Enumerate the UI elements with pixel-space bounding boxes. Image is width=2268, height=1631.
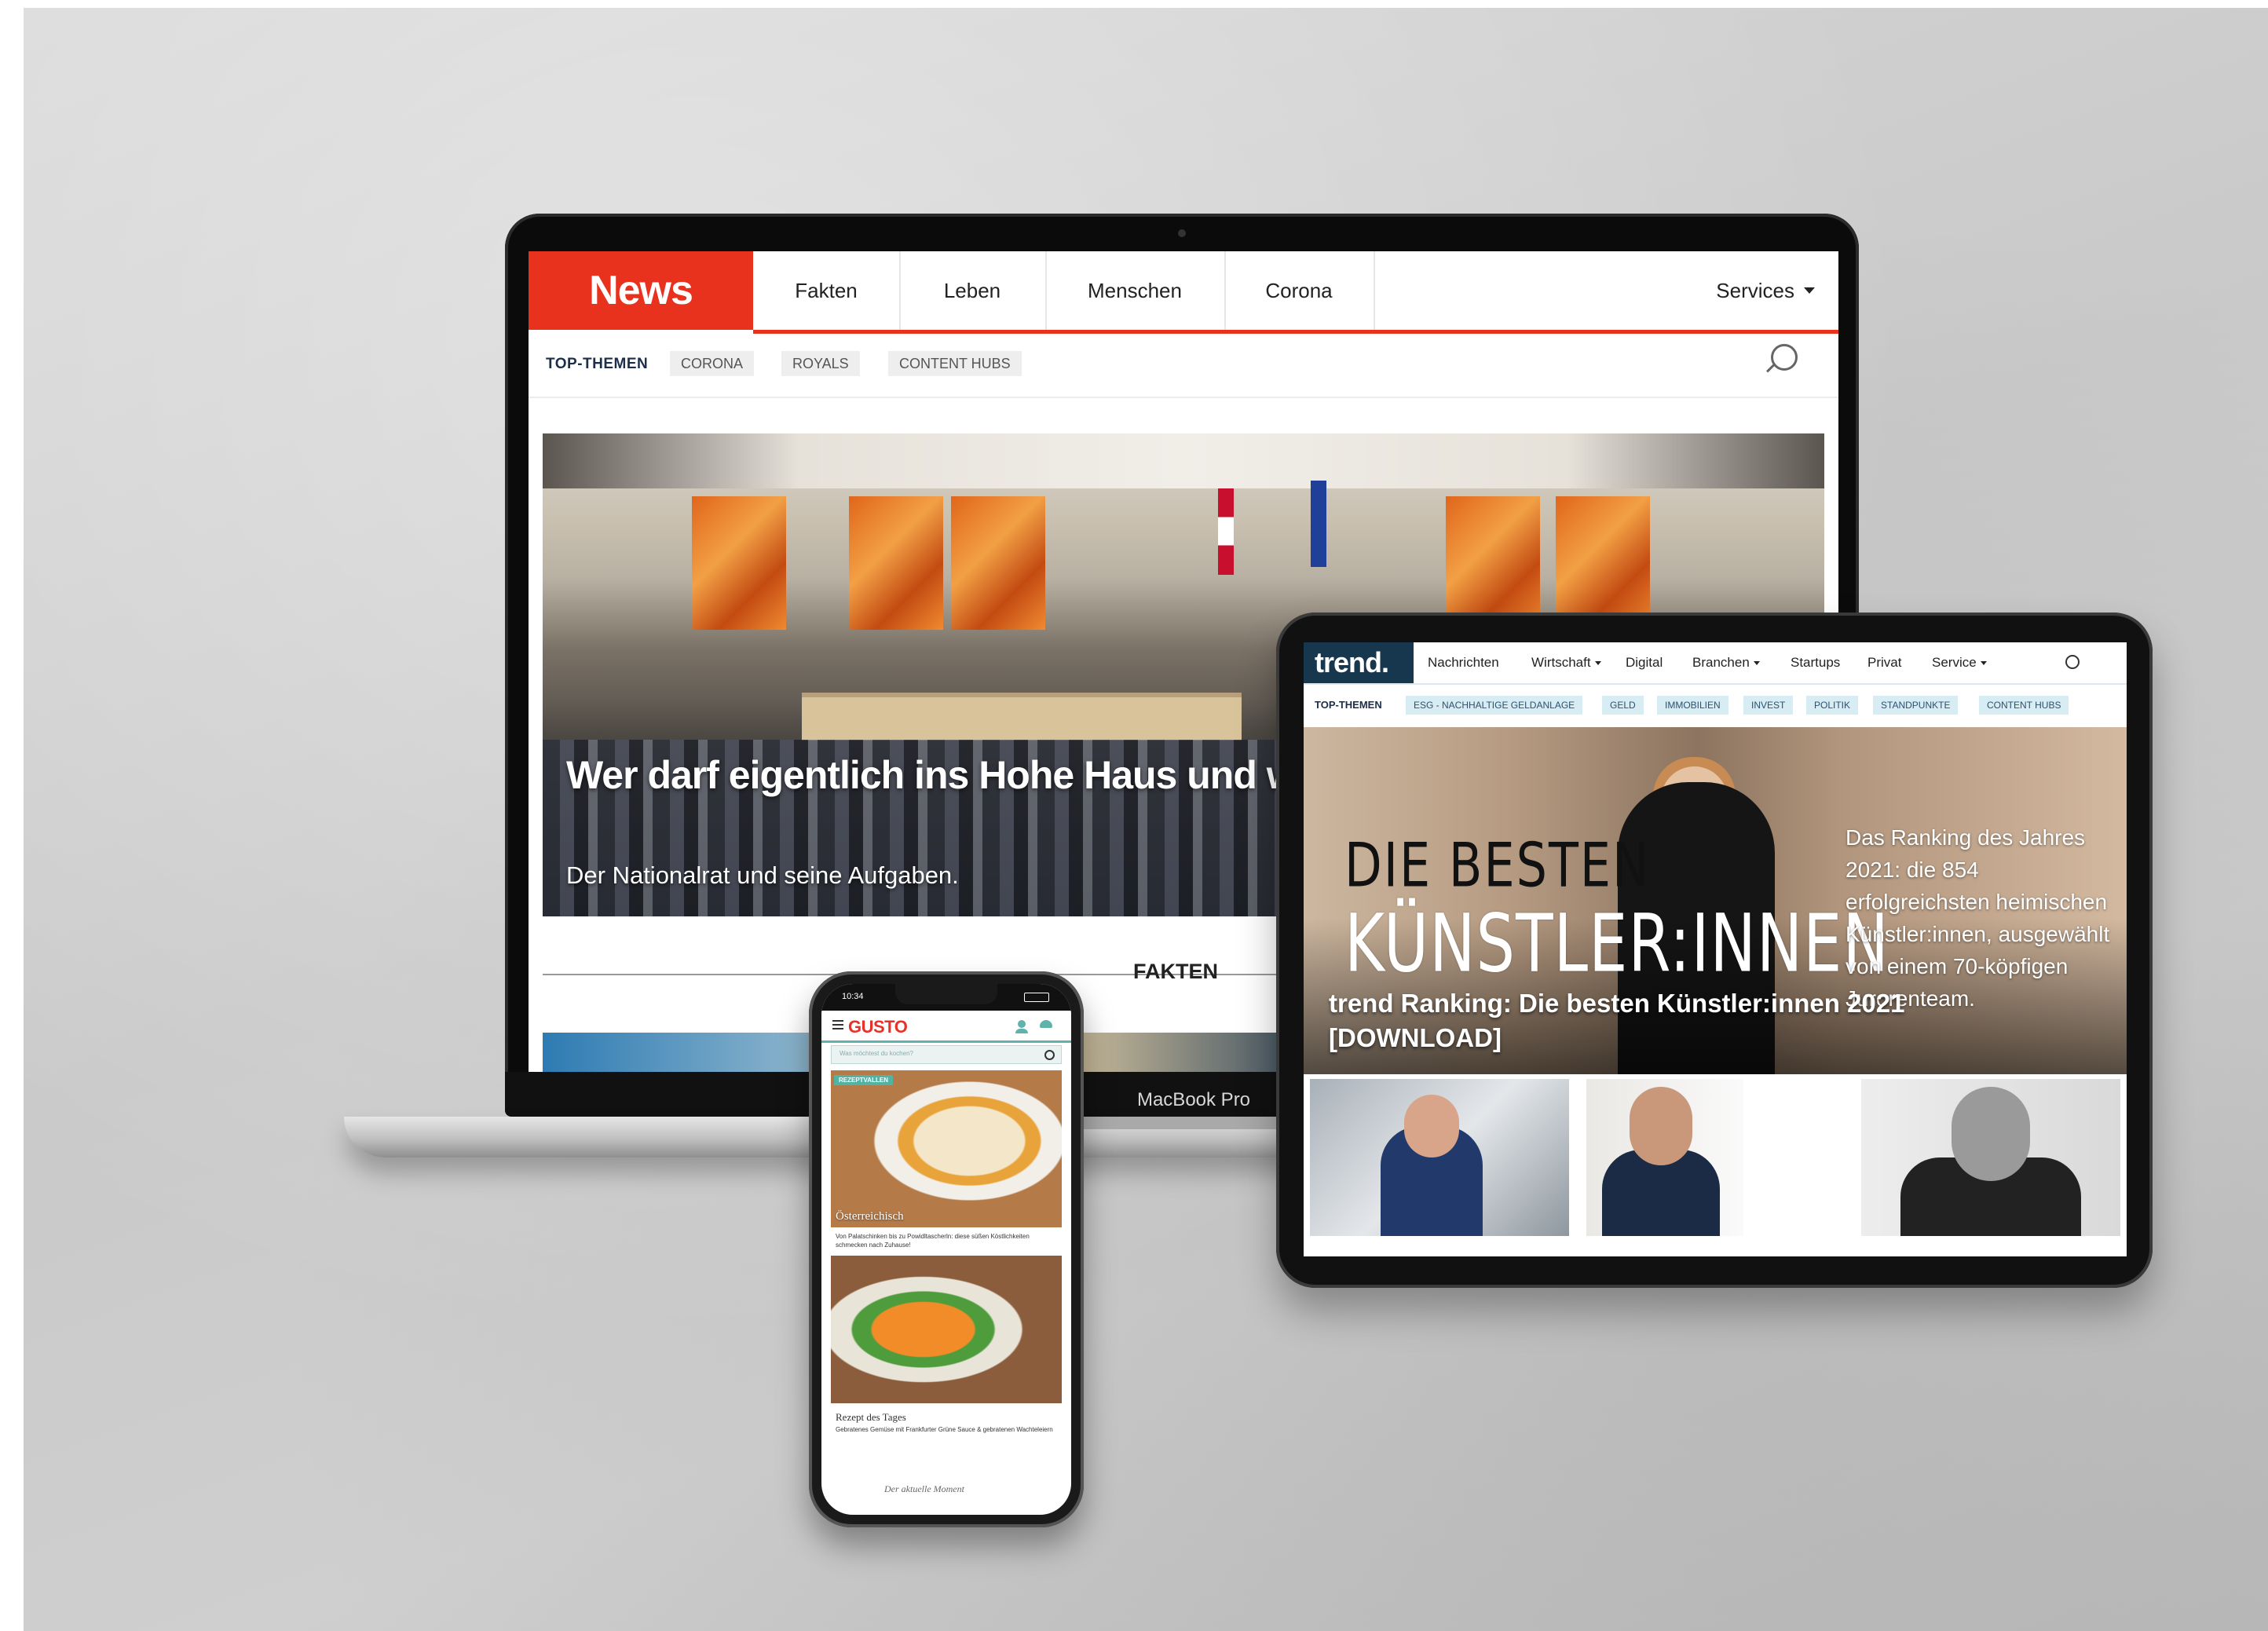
recipe-of-day-title[interactable]: Rezept des Tages — [836, 1411, 906, 1424]
recipe-category-label: Österreichisch — [836, 1210, 904, 1223]
search-icon[interactable] — [1044, 1050, 1055, 1060]
recipe-of-day-text[interactable]: Gebratenes Gemüse mit Frankfurter Grüne … — [836, 1425, 1055, 1434]
phone-screen: 10:34 GUSTO Was möchtest du kochen? REZE… — [821, 984, 1071, 1515]
hero-ceiling — [543, 433, 1824, 488]
nav-item-digital[interactable]: Digital — [1626, 655, 1663, 671]
topic-chip-content-hubs[interactable]: CONTENT HUBS — [888, 351, 1022, 376]
laptop-model-label: MacBook Pro — [1136, 1089, 1251, 1110]
hero-desk — [802, 693, 1242, 741]
eu-flag — [1311, 481, 1326, 567]
chevron-down-icon — [1980, 661, 1987, 666]
nav-item-nachrichten[interactable]: Nachrichten — [1428, 655, 1499, 671]
gusto-header: GUSTO — [821, 1011, 1071, 1043]
topic-chip-immobilien[interactable]: IMMOBILIEN — [1657, 696, 1728, 715]
nav-item-label: Service — [1932, 655, 1977, 670]
tablet-screen: trend. Nachrichten Wirtschaft Digital Br… — [1304, 642, 2127, 1256]
hero-subheadline: Der Nationalrat und seine Aufgaben. — [566, 861, 959, 889]
topic-chip-standpunkte[interactable]: STANDPUNKTE — [1873, 696, 1959, 715]
user-icon[interactable] — [1015, 1020, 1028, 1033]
hero-artwork-panel — [1446, 496, 1540, 630]
search-placeholder: Was möchtest du kochen? — [840, 1050, 913, 1057]
hero-headline[interactable]: trend Ranking: Die besten Künstler:innen… — [1329, 986, 2036, 1055]
section-label-fakten: FAKTEN — [1133, 960, 1218, 983]
chef-hat-icon[interactable] — [1040, 1020, 1052, 1028]
chevron-down-icon — [1594, 661, 1601, 666]
search-icon[interactable] — [1771, 344, 1798, 371]
hero-artwork-panel — [692, 496, 786, 630]
topic-chip-politik[interactable]: POLITIK — [1806, 696, 1859, 715]
laptop-camera — [1178, 229, 1186, 237]
thumbnail-face — [1404, 1095, 1459, 1157]
topics-label: TOP-THEMEN — [1315, 699, 1382, 711]
news-logo[interactable]: News — [529, 251, 753, 330]
topics-label: TOP-THEMEN — [546, 356, 649, 372]
hero-artwork-panel — [951, 496, 1045, 630]
recipe-image-palatschinken[interactable] — [831, 1070, 1062, 1227]
nav-item-startups[interactable]: Startups — [1791, 655, 1840, 671]
services-label: Services — [1716, 278, 1794, 302]
hero-artwork-panel — [1556, 496, 1650, 630]
topic-chip-geld[interactable]: GELD — [1602, 696, 1644, 715]
recipe-teaser-text[interactable]: Von Palatschinken bis zu Powidltascherln… — [836, 1232, 1055, 1249]
chevron-down-icon — [1804, 287, 1815, 294]
trend-topics-bar: TOP-THEMEN ESG - NACHHALTIGE GELDANLAGE … — [1304, 685, 2127, 726]
nav-item-service[interactable]: Service — [1932, 655, 1987, 671]
thumbnail-portrait-2[interactable] — [1586, 1079, 1743, 1236]
hamburger-menu-icon[interactable] — [832, 1020, 843, 1022]
nav-item-wirtschaft[interactable]: Wirtschaft — [1531, 655, 1601, 671]
battery-icon — [1024, 993, 1049, 1002]
topic-chip-corona[interactable]: CORONA — [670, 351, 755, 376]
news-topics-bar: TOP-THEMEN CORONA ROYALS CONTENT HUBS — [529, 334, 1838, 398]
nav-item-branchen[interactable]: Branchen — [1692, 655, 1760, 671]
thumbnail-face — [1630, 1087, 1692, 1165]
thumbnail-face — [1952, 1087, 2030, 1181]
topic-chip-esg[interactable]: ESG - NACHHALTIGE GELDANLAGE — [1406, 696, 1583, 715]
laptop-notch — [1068, 1117, 1296, 1129]
services-menu[interactable]: Services — [1716, 251, 1815, 330]
thumbnail-portrait-3[interactable] — [1861, 1079, 2120, 1236]
trend-header: trend. Nachrichten Wirtschaft Digital Br… — [1304, 642, 2127, 685]
nav-item-privat[interactable]: Privat — [1867, 655, 1901, 671]
nav-item-fakten[interactable]: Fakten — [753, 251, 901, 330]
news-main-nav: Fakten Leben Menschen Corona Services — [753, 251, 1838, 334]
recipe-tag-badge: REZEPTVALLEN — [834, 1075, 893, 1085]
austrian-flag — [1218, 488, 1234, 575]
section-footer-heading: Der aktuelle Moment — [884, 1483, 964, 1494]
topic-chip-royals[interactable]: ROYALS — [781, 351, 860, 376]
search-icon[interactable] — [2065, 655, 2080, 669]
phone-notch — [895, 984, 997, 1004]
gusto-logo[interactable]: GUSTO — [848, 1017, 908, 1037]
hero-big-title-line1: DIE BESTEN — [1344, 829, 1651, 901]
nav-item-label: Wirtschaft — [1531, 655, 1591, 670]
nav-item-corona[interactable]: Corona — [1224, 251, 1375, 330]
thumbnail-portrait-1[interactable] — [1310, 1079, 1569, 1236]
recipe-image-of-the-day[interactable] — [831, 1256, 1062, 1403]
hero-big-title-line2: KÜNSTLER:INNEN — [1344, 898, 1889, 990]
hero-artwork-panel — [849, 496, 943, 630]
nav-item-leben[interactable]: Leben — [899, 251, 1047, 330]
trend-hero-teaser[interactable]: DIE BESTEN KÜNSTLER:INNEN Das Ranking de… — [1304, 727, 2127, 1074]
recipe-search-input[interactable]: Was möchtest du kochen? — [831, 1045, 1062, 1064]
topic-chip-content-hubs[interactable]: CONTENT HUBS — [1979, 696, 2069, 715]
topic-chip-invest[interactable]: INVEST — [1743, 696, 1794, 715]
trend-logo[interactable]: trend. — [1304, 642, 1414, 683]
status-time: 10:34 — [842, 992, 864, 1001]
nav-item-label: Branchen — [1692, 655, 1750, 670]
chevron-down-icon — [1753, 661, 1760, 666]
nav-item-menschen[interactable]: Menschen — [1045, 251, 1226, 330]
